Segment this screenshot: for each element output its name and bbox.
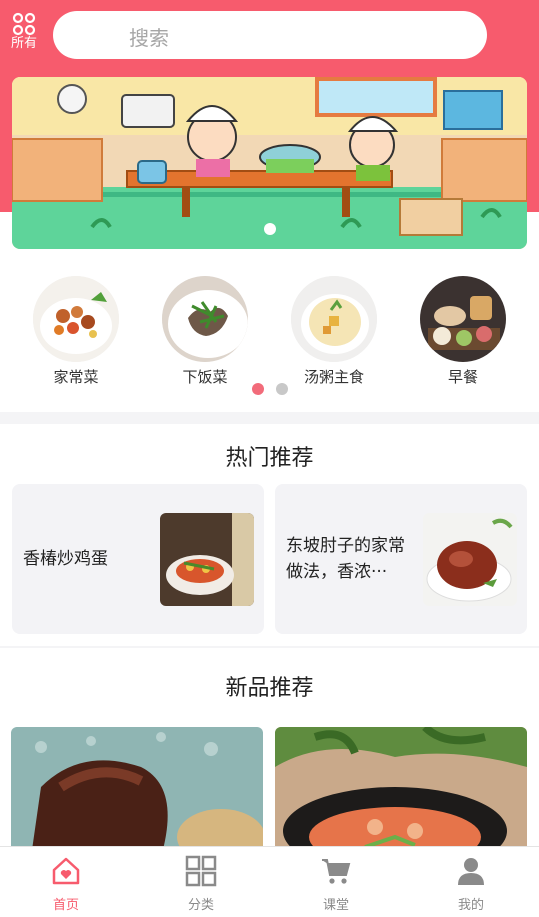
category-image	[291, 276, 377, 362]
category-item-breakfast[interactable]: 早餐	[413, 276, 513, 387]
category-item-soup-staple[interactable]: 汤粥主食	[284, 276, 384, 387]
recipe-thumbnail	[160, 513, 254, 606]
category-image	[420, 276, 506, 362]
category-label: 汤粥主食	[303, 368, 364, 386]
search-placeholder: 搜索	[129, 26, 169, 50]
recipe-title-line1: 东坡肘子的家常	[286, 536, 405, 556]
new-recipe-image[interactable]	[11, 727, 263, 857]
category-item-home-cooking[interactable]: 家常菜	[26, 276, 126, 387]
category-image	[33, 276, 119, 362]
recipe-thumbnail	[423, 513, 517, 606]
bottom-tab-bar: 首页 分类 课堂 我的	[0, 846, 539, 917]
tab-label: 我的	[457, 898, 484, 913]
home-screen: 所有 搜索 家常菜 下饭菜 汤粥主食 早餐 热门推荐 香椿炒鸡蛋 东坡肘子的家常…	[0, 0, 539, 917]
hot-recommend-title: 热门推荐	[225, 446, 314, 471]
all-categories-label: 所有	[10, 36, 37, 51]
category-page-dot-active	[252, 383, 264, 395]
recipe-title-line2: 做法，香浓···	[286, 562, 388, 582]
category-label: 下饭菜	[182, 368, 228, 386]
tab-label: 分类	[187, 898, 214, 913]
new-recommend-title: 新品推荐	[225, 676, 314, 701]
hot-recipe-card[interactable]: 东坡肘子的家常 做法，香浓···	[275, 484, 527, 634]
four-grid-icon	[12, 12, 36, 36]
new-recipe-image[interactable]	[275, 727, 527, 857]
cart-icon	[322, 859, 351, 884]
tab-profile[interactable]: 我的	[431, 855, 511, 913]
category-page-dot	[276, 383, 288, 395]
user-icon	[458, 858, 484, 885]
category-image	[162, 276, 248, 362]
tab-category[interactable]: 分类	[161, 855, 241, 913]
category-item-rice-dishes[interactable]: 下饭菜	[155, 276, 255, 387]
hot-recipe-card[interactable]: 香椿炒鸡蛋	[12, 484, 264, 634]
search-input[interactable]: 搜索	[53, 11, 487, 59]
banner-page-indicator	[264, 223, 276, 235]
recipe-title: 香椿炒鸡蛋	[23, 549, 108, 569]
tab-label: 首页	[52, 898, 79, 913]
grid-icon	[185, 855, 217, 887]
tab-classroom[interactable]: 课堂	[296, 855, 376, 913]
tab-label: 课堂	[322, 898, 349, 913]
tab-home[interactable]: 首页	[26, 855, 106, 913]
all-categories-button[interactable]: 所有	[8, 12, 40, 52]
category-label: 早餐	[447, 368, 478, 386]
recipe-title: 东坡肘子的家常 做法，香浓···	[286, 533, 405, 585]
home-icon	[52, 857, 80, 885]
category-label: 家常菜	[53, 368, 99, 386]
